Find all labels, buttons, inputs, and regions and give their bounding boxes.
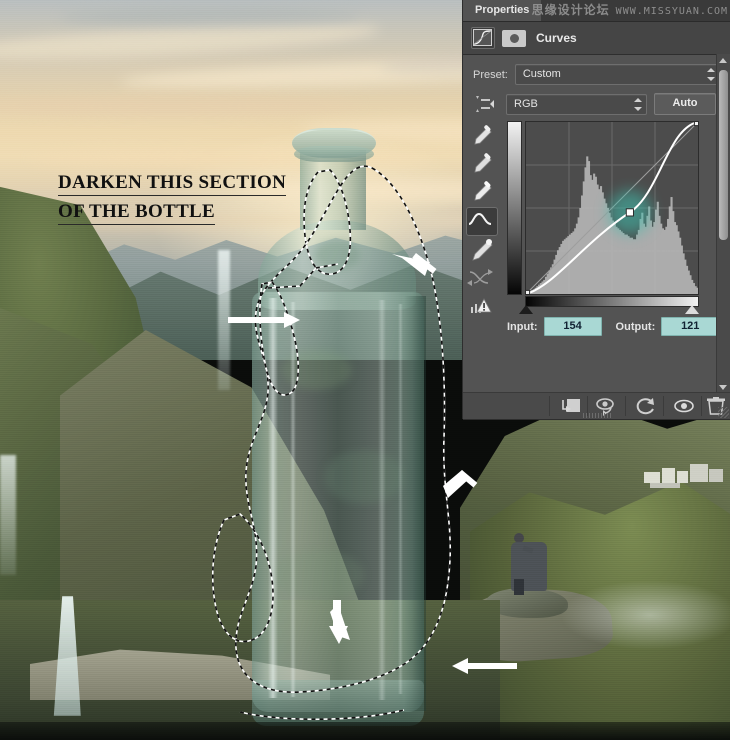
preset-row: Preset: Custom	[473, 64, 720, 85]
panel-tab-bar[interactable]: Properties 思缘设计论坛 WWW.MISSYUAN.COM	[463, 0, 730, 22]
input-field[interactable]: 154	[543, 317, 602, 336]
curves-graph-area[interactable]	[507, 121, 699, 314]
chevron-updown-icon[interactable]	[634, 97, 642, 111]
preset-label: Preset:	[473, 68, 508, 81]
chevron-updown-icon[interactable]	[707, 68, 715, 81]
output-label: Output:	[615, 320, 656, 333]
black-point-eyedropper-icon[interactable]	[466, 123, 496, 150]
preset-select[interactable]: Custom	[514, 64, 720, 85]
gray-point-eyedropper-icon[interactable]	[466, 151, 496, 178]
white-point-eyedropper-icon[interactable]	[466, 179, 496, 206]
curves-plot[interactable]	[525, 121, 699, 295]
clip-to-layer-icon[interactable]	[553, 396, 587, 416]
pencil-draw-curve-icon[interactable]	[466, 237, 496, 264]
on-image-adjust-hand-icon[interactable]	[473, 93, 499, 115]
white-input-slider[interactable]	[685, 305, 699, 314]
input-label: Input:	[507, 320, 538, 333]
screenshot-root: DARKEN THIS SECTION OF THE BOTTLE Proper…	[0, 0, 730, 740]
clipping-warning-icon[interactable]	[466, 295, 496, 322]
toggle-visibility-icon[interactable]	[667, 396, 701, 416]
watermark-chinese: 思缘设计论坛	[531, 3, 610, 17]
properties-panel[interactable]: Properties 思缘设计论坛 WWW.MISSYUAN.COM Curves…	[463, 0, 730, 419]
scroll-down-arrow-icon[interactable]	[719, 385, 727, 390]
watermark: 思缘设计论坛 WWW.MISSYUAN.COM	[532, 1, 728, 19]
curves-tool-column[interactable]	[466, 123, 502, 323]
smooth-curve-icon[interactable]	[466, 265, 496, 292]
panel-footer[interactable]	[463, 392, 730, 419]
panel-header: Curves	[463, 22, 730, 55]
panel-body: Preset: Custom RGB Auto Input: 154 Outpu…	[463, 55, 730, 336]
layer-mask-thumbnail[interactable]	[502, 29, 526, 47]
watermark-url: WWW.MISSYUAN.COM	[615, 6, 728, 17]
panel-scrollbar[interactable]	[716, 54, 730, 394]
panel-resize-grip[interactable]	[583, 413, 611, 418]
tab-properties[interactable]: Properties	[463, 0, 542, 21]
output-field[interactable]: 121	[661, 317, 720, 336]
panel-title: Curves	[536, 31, 577, 45]
channel-value: RGB	[514, 97, 538, 110]
black-input-slider[interactable]	[519, 305, 533, 314]
channel-select[interactable]: RGB	[506, 93, 647, 115]
reset-adjustment-icon[interactable]	[629, 396, 663, 416]
output-gradient-ramp	[507, 121, 522, 295]
curve-point-tool-icon[interactable]	[466, 207, 498, 236]
resize-corner-icon[interactable]	[718, 407, 729, 418]
scroll-up-arrow-icon[interactable]	[719, 58, 727, 63]
curve-canvas[interactable]	[526, 122, 698, 294]
channel-row: RGB Auto	[473, 93, 720, 115]
auto-button[interactable]: Auto	[654, 93, 716, 115]
scrollbar-thumb[interactable]	[719, 70, 728, 240]
input-output-row: Input: 154 Output: 121	[507, 317, 720, 336]
curves-adjustment-icon	[471, 27, 495, 49]
preset-value: Custom	[522, 68, 561, 80]
input-gradient-ramp	[525, 296, 699, 307]
